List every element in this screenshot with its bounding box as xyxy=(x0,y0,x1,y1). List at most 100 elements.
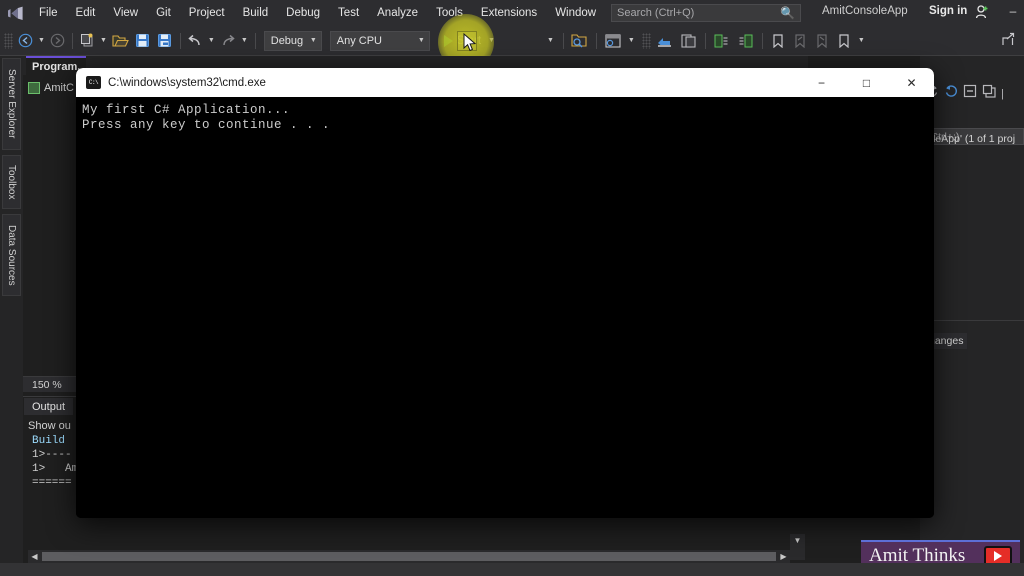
menu-item-project[interactable]: Project xyxy=(180,0,234,26)
window-layout-icon[interactable] xyxy=(601,29,625,53)
undo-icon[interactable] xyxy=(185,29,205,53)
mouse-pointer-icon xyxy=(463,32,477,53)
document-tab-label: Program. xyxy=(32,60,81,73)
output-show-from-label[interactable]: Show ou xyxy=(28,420,71,432)
scroll-down-arrow-icon[interactable]: ▼ xyxy=(790,534,805,560)
solution-configuration-value: Debug xyxy=(270,34,304,47)
magnifier-icon: 🔍 xyxy=(780,6,795,20)
menu-item-debug[interactable]: Debug xyxy=(277,0,329,26)
more-icon[interactable]: | xyxy=(1001,88,1004,100)
toolbar-overflow-icon[interactable]: ▼ xyxy=(855,37,868,44)
toolbar-grip[interactable] xyxy=(4,32,13,49)
output-line-2: 1> Am xyxy=(32,463,79,475)
properties-window-icon[interactable] xyxy=(677,29,701,53)
sidebar-tab-data-sources[interactable]: Data Sources xyxy=(2,214,21,296)
menu-item-edit[interactable]: Edit xyxy=(67,0,105,26)
toolbar-separator xyxy=(71,32,73,49)
tab-output[interactable]: Output xyxy=(24,398,74,415)
zoom-level[interactable]: 150 % xyxy=(23,379,62,391)
horizontal-scrollbar[interactable]: ◀ ▶ xyxy=(28,550,790,563)
close-icon[interactable]: ✕ xyxy=(889,68,934,97)
minimize-icon[interactable]: − xyxy=(799,68,844,97)
minimize-icon[interactable]: – xyxy=(1006,4,1020,18)
standard-toolbar: ▼ ▼ ▼ ▼ Debug ▼ Any CPU ▼ ▼ ▼ ▼ ▼ xyxy=(0,26,1024,56)
new-item-icon[interactable] xyxy=(77,29,97,53)
breadcrumb[interactable]: AmitC xyxy=(28,82,74,94)
cmd-title-text: C:\windows\system32\cmd.exe xyxy=(108,76,266,89)
sidebar-tab-toolbox[interactable]: Toolbox xyxy=(2,155,21,209)
start-dropdown-icon[interactable]: ▼ xyxy=(485,37,498,44)
output-line-0: Build xyxy=(32,435,66,447)
search-input[interactable]: Search (Ctrl+Q) 🔍 xyxy=(611,4,801,22)
output-tab-label: Output xyxy=(32,400,66,413)
window-layout-dropdown-icon[interactable]: ▼ xyxy=(625,37,638,44)
breadcrumb-label: AmitC xyxy=(44,82,74,94)
menu-item-file[interactable]: File xyxy=(30,0,67,26)
undo-dropdown-icon[interactable]: ▼ xyxy=(205,37,218,44)
menu-item-window[interactable]: Window xyxy=(546,0,605,26)
navigate-back-dropdown-icon[interactable]: ▼ xyxy=(35,37,48,44)
solution-explorer-solution-row[interactable]: soleApp' (1 of 1 proj xyxy=(922,133,1015,145)
menu-item-view[interactable]: View xyxy=(104,0,147,26)
menu-item-build[interactable]: Build xyxy=(234,0,278,26)
navigate-forward-icon[interactable] xyxy=(48,29,68,53)
cmd-console-window[interactable]: C:\ C:\windows\system32\cmd.exe − □ ✕ My… xyxy=(76,68,934,518)
solution-explorer-icon[interactable] xyxy=(653,29,677,53)
search-placeholder: Search (Ctrl+Q) xyxy=(617,7,695,19)
comment-icon[interactable] xyxy=(710,29,734,53)
sign-in-button[interactable]: Sign in xyxy=(929,5,967,17)
solution-configuration-select[interactable]: Debug ▼ xyxy=(263,30,322,51)
toolbar-grip[interactable] xyxy=(641,32,651,49)
horizontal-scrollbar-thumb[interactable] xyxy=(42,552,776,561)
cmd-title-bar[interactable]: C:\ C:\windows\system32\cmd.exe − □ ✕ xyxy=(76,68,934,97)
sidebar-tab-label: Toolbox xyxy=(6,164,17,200)
redo-dropdown-icon[interactable]: ▼ xyxy=(238,37,251,44)
maximize-icon[interactable]: □ xyxy=(844,68,889,97)
menu-bar: File Edit View Git Project Build Debug T… xyxy=(0,0,1024,26)
person-add-icon xyxy=(975,4,989,20)
menu-item-tools[interactable]: Tools xyxy=(427,0,472,26)
menu-item-analyze[interactable]: Analyze xyxy=(368,0,427,26)
menu-item-test[interactable]: Test xyxy=(329,0,368,26)
cmd-console-output[interactable]: My first C# Application... Press any key… xyxy=(76,97,934,518)
solution-platform-select[interactable]: Any CPU ▼ xyxy=(329,30,430,51)
bookmark-icon[interactable] xyxy=(767,29,789,53)
menu-item-git[interactable]: Git xyxy=(147,0,180,26)
solution-platform-value: Any CPU xyxy=(336,34,382,47)
debug-target-dropdown-icon[interactable]: ▼ xyxy=(544,37,557,44)
play-triangle-icon xyxy=(443,34,453,47)
save-icon[interactable] xyxy=(132,29,154,53)
home-icon[interactable] xyxy=(944,84,958,103)
clear-bookmarks-icon[interactable] xyxy=(833,29,855,53)
toolbar-separator xyxy=(761,32,763,49)
solution-explorer-toolbar: | xyxy=(925,84,1004,103)
toolbar-separator xyxy=(704,32,706,49)
project-name-label: AmitConsoleApp xyxy=(822,5,908,17)
uncomment-icon[interactable] xyxy=(734,29,758,53)
sidebar-tab-label: Data Sources xyxy=(6,224,17,286)
open-file-icon[interactable] xyxy=(110,29,132,53)
csharp-class-icon xyxy=(28,82,40,94)
save-all-icon[interactable] xyxy=(154,29,176,53)
start-debug-target-icon[interactable] xyxy=(502,29,526,53)
changes-tab-label: hanges xyxy=(929,335,964,347)
output-line-3: ====== xyxy=(32,477,72,489)
menu-item-extensions[interactable]: Extensions xyxy=(472,0,546,26)
cmd-console-icon: C:\ xyxy=(86,76,101,89)
redo-icon[interactable] xyxy=(218,29,238,53)
visual-studio-logo-icon xyxy=(0,0,30,26)
share-icon[interactable] xyxy=(1000,32,1016,53)
navigate-back-icon[interactable] xyxy=(15,29,35,53)
prev-bookmark-icon[interactable] xyxy=(789,29,811,53)
scroll-left-arrow-icon[interactable]: ◀ xyxy=(28,550,41,563)
toolbar-separator xyxy=(254,32,256,49)
left-tool-tabs: Server Explorer Toolbox Data Sources xyxy=(0,56,23,576)
scroll-right-arrow-icon[interactable]: ▶ xyxy=(777,550,790,563)
toolbar-separator xyxy=(179,32,181,49)
collapse-all-icon[interactable] xyxy=(963,84,977,103)
find-in-files-icon[interactable] xyxy=(568,29,592,53)
new-item-dropdown-icon[interactable]: ▼ xyxy=(97,37,110,44)
sidebar-tab-server-explorer[interactable]: Server Explorer xyxy=(2,58,21,150)
next-bookmark-icon[interactable] xyxy=(811,29,833,53)
properties-icon[interactable] xyxy=(982,84,996,103)
